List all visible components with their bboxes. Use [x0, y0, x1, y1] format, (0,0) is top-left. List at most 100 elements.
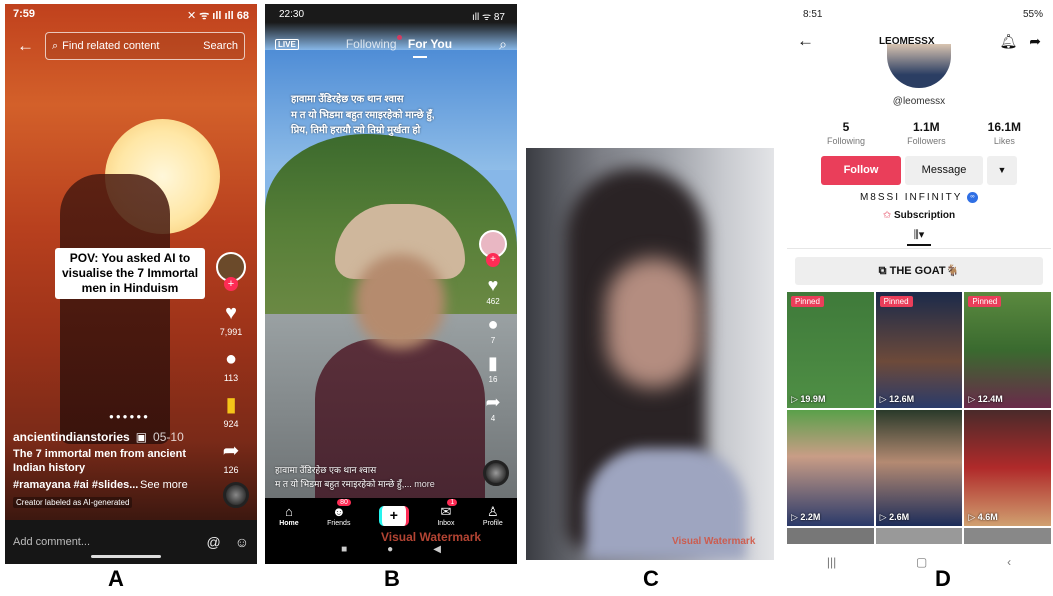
pinned-badge: Pinned	[968, 296, 1002, 307]
video-thumbnail[interactable]	[964, 528, 1051, 544]
share-count: 126	[223, 465, 239, 475]
overlay-line: हावामा उँडिरहेछ एक थान श्वास	[291, 94, 404, 105]
nav-inbox[interactable]: ✉ 1 Inbox	[437, 499, 458, 527]
more-link[interactable]: more	[414, 479, 435, 489]
nav-profile[interactable]: ♙ Profile	[482, 505, 503, 528]
visual-watermark: Visual Watermark	[381, 530, 482, 544]
back-arrow-icon[interactable]: ←	[797, 31, 814, 51]
stat-value: 16.1M	[987, 120, 1021, 134]
stat-value: 1.1M	[912, 120, 940, 134]
username[interactable]: ancientindianstories	[13, 430, 130, 444]
playlist-label: THE GOAT🐐	[889, 265, 960, 277]
inbox-badge: 1	[447, 499, 458, 506]
view-count: ▷ 12.6M	[879, 394, 915, 404]
video-thumbnail[interactable]: ▷ 4.6M	[964, 410, 1051, 526]
divider	[787, 248, 1051, 249]
comment-icon[interactable]: ●	[225, 349, 237, 369]
overlay-line: प्रिय, तिमी हरायौ त्यो तिम्रो मुर्खता हो	[291, 125, 421, 136]
search-input[interactable]: Find related content	[62, 40, 199, 52]
overlay-poem: हावामा उँडिरहेछ एक थान श्वास म त यो भिडम…	[291, 92, 491, 139]
emoji-icon[interactable]: ☺	[235, 534, 249, 550]
panel-label-a: A	[108, 566, 124, 591]
profile-handle: @leomessx	[892, 96, 946, 107]
music-disc-icon[interactable]	[483, 460, 509, 486]
search-button[interactable]: Search	[203, 40, 238, 52]
status-icons: ıll ᯤ 87	[471, 12, 505, 23]
nav-home[interactable]: ⌂ Home	[279, 505, 298, 528]
stat-following[interactable]: 5 Following	[827, 120, 865, 146]
caption-line: म त यो भिडमा बहुत रमाइरहेको मान्छे हुँ,.…	[275, 478, 412, 489]
back-chevron-icon[interactable]: ‹	[1007, 555, 1011, 569]
nav-friends[interactable]: ☻ 80 Friends	[327, 499, 351, 527]
comment-input[interactable]: Add comment...	[13, 536, 90, 548]
bookmark-icon[interactable]: ▮	[225, 395, 236, 415]
stat-label: Following	[827, 136, 866, 146]
follow-plus-icon[interactable]: +	[486, 253, 500, 267]
playlist-button[interactable]: ⧉ THE GOAT🐐	[795, 257, 1043, 285]
recent-apps-icon[interactable]: |||	[827, 555, 836, 569]
back-arrow-icon[interactable]: ←	[17, 36, 34, 56]
video-thumbnail[interactable]: ▷ 2.6M	[875, 410, 963, 526]
create-plus-icon[interactable]: +	[378, 506, 409, 526]
system-nav-bar: ||| ▢ ‹	[787, 550, 1051, 574]
bell-icon[interactable]: 🔔︎	[999, 33, 1017, 50]
stat-label: Followers	[907, 136, 946, 146]
dropdown-button[interactable]: ▼	[987, 156, 1017, 185]
video-thumbnail[interactable]	[787, 528, 874, 544]
search-bar[interactable]: ⌕ Find related content Search	[45, 32, 245, 60]
video-thumbnail[interactable]: ▷ 2.2M	[787, 410, 874, 526]
status-time: 22:30	[279, 9, 305, 20]
heart-icon[interactable]: ♥	[488, 276, 499, 294]
bookmark-icon[interactable]: ▮	[488, 354, 498, 372]
battery-level: 55%	[1022, 9, 1043, 20]
overlay-line: म त यो भिडमा बहुत रमाइरहेको मान्छे हुँ,	[291, 109, 435, 121]
subscription-link[interactable]: ✩ Subscription	[787, 210, 1051, 221]
mention-icon[interactable]: @	[206, 534, 220, 550]
video-thumbnail[interactable]	[875, 528, 963, 544]
hashtags[interactable]: #ramayana #ai #slides...	[13, 479, 138, 491]
comment-count: 7	[490, 336, 496, 345]
post-description: The 7 immortal men from ancient Indian h…	[13, 448, 186, 474]
back-triangle-icon[interactable]: ◀	[433, 544, 441, 555]
stat-likes[interactable]: 16.1M Likes	[988, 120, 1021, 146]
tab-following[interactable]: Following	[346, 37, 397, 51]
heart-icon[interactable]: ♥	[225, 303, 237, 323]
comment-icon[interactable]: ●	[488, 315, 499, 333]
share-icon[interactable]: ➦	[485, 393, 500, 411]
videos-tab[interactable]: ⫼▾	[787, 228, 1051, 246]
recent-apps-icon[interactable]: ■	[341, 544, 347, 555]
home-circle-icon[interactable]: ●	[387, 544, 393, 555]
nav-label: Profile	[482, 520, 503, 527]
action-sidebar: + ♥ 7,991 ● 113 ▮ 924 ➦ 126	[211, 252, 251, 475]
view-count: ▷ 12.4M	[968, 394, 1003, 404]
search-icon[interactable]: ⌕	[499, 36, 507, 53]
profile-actions: Follow Message ▼	[821, 156, 1017, 185]
video-thumbnail[interactable]: Pinned ▷ 12.6M	[875, 292, 963, 408]
video-grid: Pinned ▷ 19.9M Pinned ▷ 12.6M Pinned ▷ 1…	[787, 292, 1051, 544]
inbox-icon: ✉	[440, 504, 452, 519]
stat-label: Likes	[993, 136, 1015, 146]
share-icon[interactable]: ➦	[223, 441, 240, 461]
slide-dots: ●●●●●●	[109, 412, 150, 421]
save-count: 16	[488, 375, 498, 384]
panel-b-screenshot: 22:30 ıll ᯤ 87 LIVE Following For You ⌕ …	[265, 4, 517, 564]
follow-plus-icon[interactable]: +	[224, 277, 238, 291]
view-count: ▷ 2.2M	[791, 512, 821, 522]
music-disc-icon[interactable]	[223, 482, 249, 508]
video-thumbnail[interactable]: Pinned ▷ 12.4M	[964, 292, 1051, 408]
video-thumbnail[interactable]: Pinned ▷ 19.9M	[787, 292, 874, 408]
message-button[interactable]: Message	[905, 156, 983, 185]
nav-create[interactable]: +	[378, 506, 409, 526]
share-icon[interactable]: ➦	[1029, 33, 1041, 50]
live-icon[interactable]: LIVE	[275, 38, 299, 50]
panel-a-screenshot: 7:59 ✕ ᯤ ıll ıll 68 ← ⌕ Find related con…	[5, 4, 257, 564]
tab-for-you[interactable]: For You	[408, 37, 452, 51]
home-circle-icon[interactable]: ▢	[916, 555, 927, 569]
see-more-link[interactable]: See more	[140, 479, 188, 491]
save-count: 924	[223, 419, 239, 429]
subscription-label: Subscription	[894, 210, 956, 221]
blurred-face	[355, 254, 445, 349]
blurred-face	[606, 258, 701, 388]
stat-followers[interactable]: 1.1M Followers	[907, 120, 946, 146]
follow-button[interactable]: Follow	[821, 156, 901, 185]
